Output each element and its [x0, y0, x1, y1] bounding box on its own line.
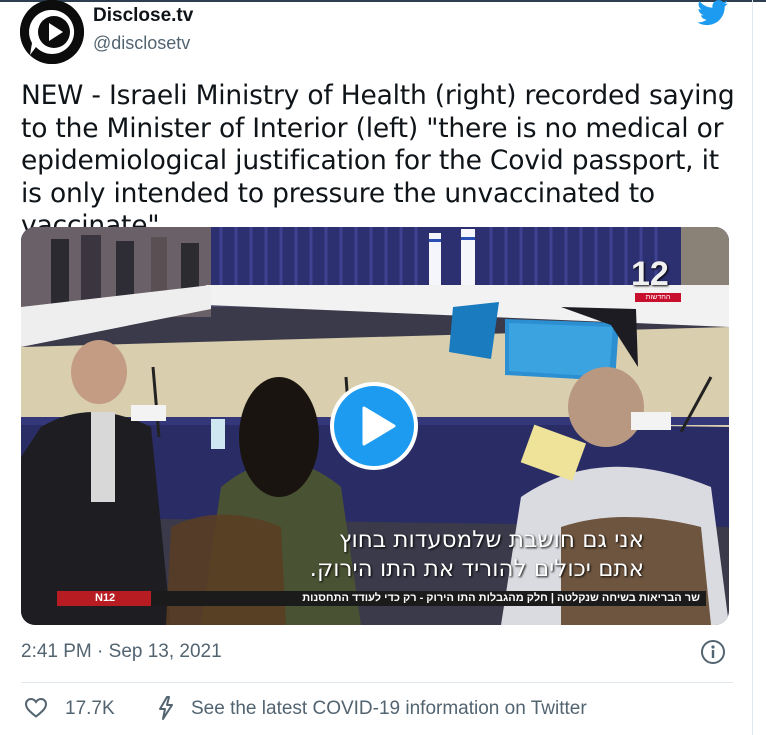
tweet-text: NEW - Israeli Ministry of Health (right)… — [21, 80, 735, 241]
author-avatar[interactable] — [20, 0, 84, 64]
play-button[interactable] — [330, 382, 418, 470]
top-border — [0, 0, 766, 2]
channel-12-logo: 12 החדשות — [631, 255, 683, 303]
like-count[interactable]: 17.7K — [65, 698, 115, 720]
author-handle[interactable]: @disclosetv — [93, 33, 190, 54]
channel-number: 12 — [631, 255, 669, 293]
subtitle-line-1: אני גם חושבת שלמסעדות בחוץ — [339, 527, 644, 553]
action-divider — [21, 682, 733, 683]
covid-info-link[interactable]: See the latest COVID-19 information on T… — [191, 698, 587, 720]
right-border — [752, 0, 753, 735]
lightning-bolt-icon — [159, 696, 173, 720]
heart-icon[interactable] — [24, 696, 48, 720]
tweet-timestamp[interactable]: 2:41 PM · Sep 13, 2021 — [21, 641, 222, 663]
disclose-tv-logo-icon — [20, 0, 84, 64]
video-player[interactable]: 12 החדשות אני גם חושבת שלמסעדות בחוץ אתם… — [21, 227, 729, 625]
play-icon — [362, 406, 396, 446]
info-icon[interactable] — [700, 639, 726, 665]
channel-bar: החדשות — [635, 293, 681, 302]
lower-third-caption: שר הבריאות בשיחה שנקלטה | חלק מהגבלות הת… — [151, 591, 706, 606]
author-display-name[interactable]: Disclose.tv — [93, 5, 193, 27]
subtitle-line-2: אתם יכולים להוריד את התו הירוק. — [309, 556, 644, 582]
n12-tag: N12 — [57, 591, 151, 606]
twitter-bird-icon[interactable] — [697, 0, 729, 26]
